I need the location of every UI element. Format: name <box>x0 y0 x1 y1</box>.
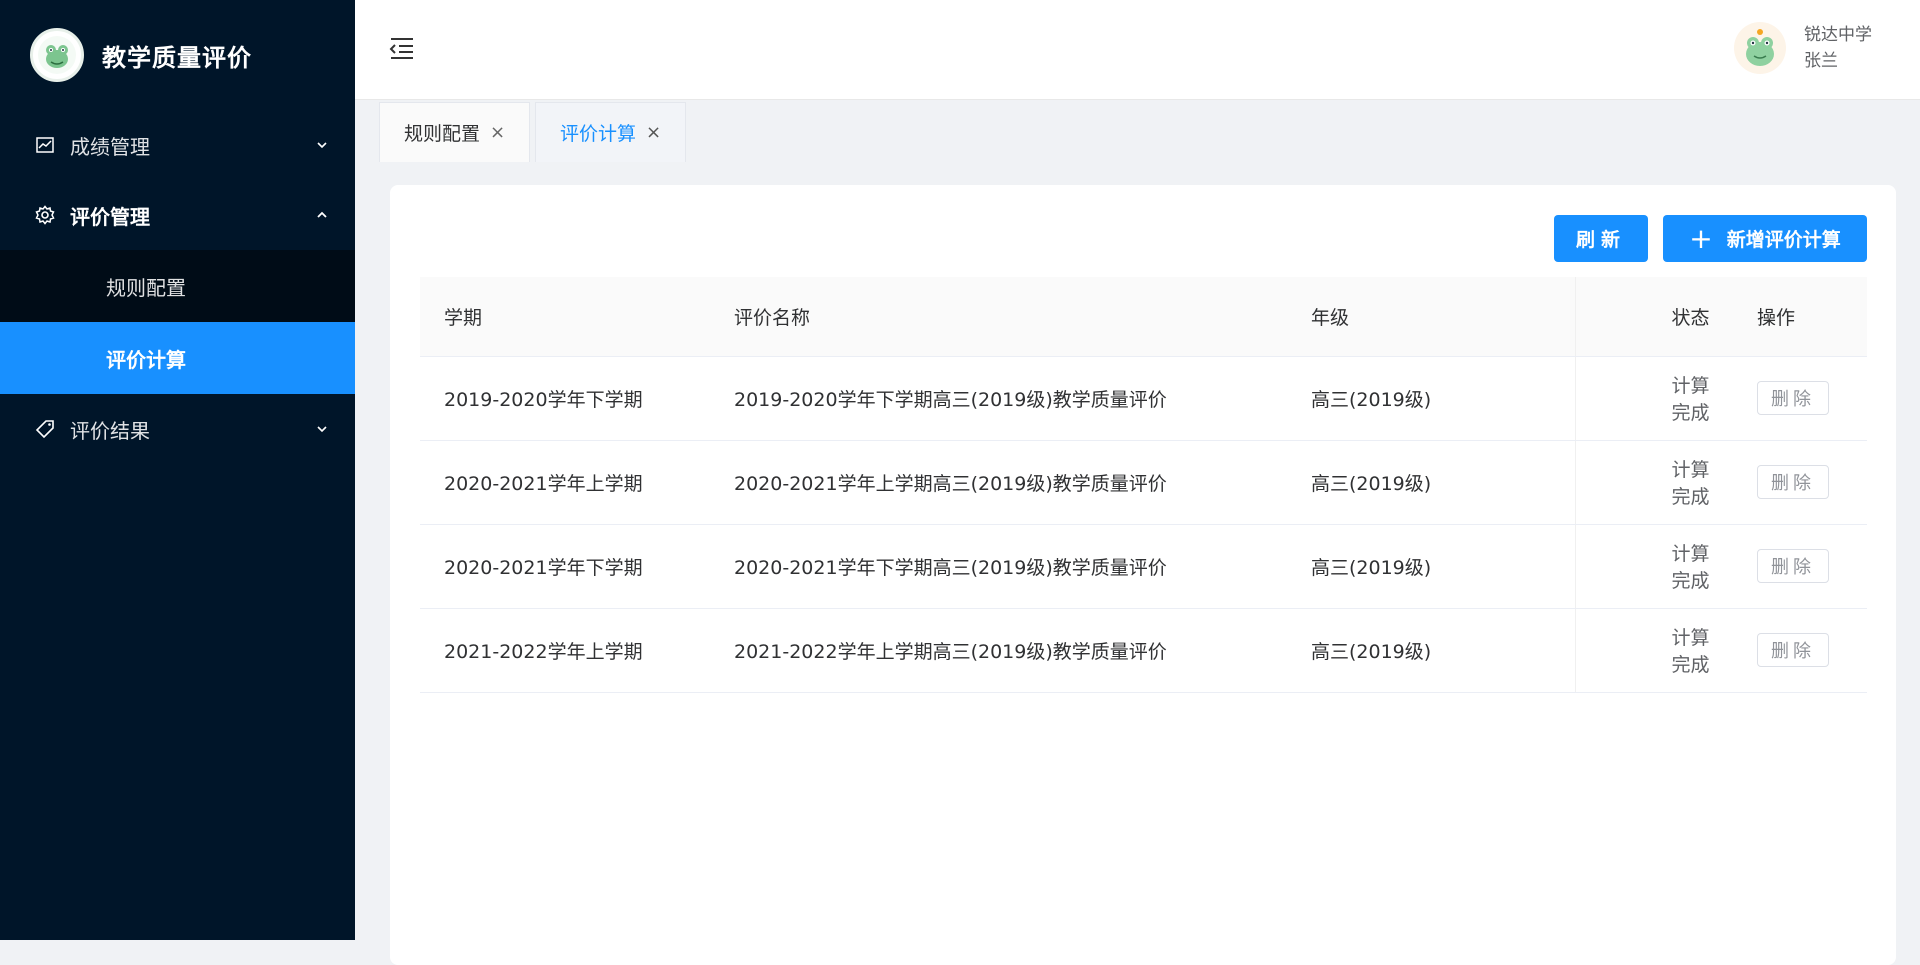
delete-button[interactable]: 删除 <box>1757 381 1829 415</box>
user-info[interactable]: 锐达中学 张兰 <box>1734 22 1872 74</box>
sidebar-item-label: 成绩管理 <box>70 134 150 159</box>
table-header-row: 学期 评价名称 年级 状态 操作 <box>420 277 1867 357</box>
sidebar-item-label: 评价管理 <box>70 204 150 229</box>
frog-avatar-icon <box>1734 22 1786 74</box>
evaluation-table: 学期 评价名称 年级 状态 操作 2019-2020学年下学期 2019-202… <box>420 277 1867 693</box>
chevron-down-icon <box>315 422 329 436</box>
plus-icon: + <box>1689 221 1713 255</box>
add-evaluation-label: 新增评价计算 <box>1726 229 1841 251</box>
cell-name: 2020-2021学年下学期高三(2019级)教学质量评价 <box>710 524 1287 609</box>
tab-label: 评价计算 <box>560 123 637 145</box>
table-row: 2020-2021学年下学期 2020-2021学年下学期高三(2019级)教学… <box>420 524 1867 609</box>
table-row: 2020-2021学年上学期 2020-2021学年上学期高三(2019级)教学… <box>420 440 1867 525</box>
cell-action: 删除 <box>1725 356 1867 441</box>
chevron-down-icon <box>315 138 329 152</box>
close-icon[interactable]: × <box>646 122 661 143</box>
sidebar-item-label: 评价结果 <box>70 418 150 443</box>
column-header-grade: 年级 <box>1287 277 1575 357</box>
column-header-name: 评价名称 <box>710 277 1287 357</box>
cell-term: 2020-2021学年上学期 <box>420 440 710 525</box>
gear-icon <box>34 204 56 226</box>
cell-status: 计算完成 <box>1574 524 1725 609</box>
close-icon[interactable]: × <box>490 122 505 143</box>
sidebar-item-evaluation-management[interactable]: 评价管理 <box>0 180 355 250</box>
column-header-term: 学期 <box>420 277 710 357</box>
cell-grade: 高三(2019级) <box>1287 440 1575 525</box>
school-name: 锐达中学 <box>1804 25 1872 45</box>
tab-rule-config[interactable]: 规则配置 × <box>379 102 531 162</box>
user-text: 锐达中学 张兰 <box>1804 22 1872 74</box>
user-name: 张兰 <box>1804 51 1838 71</box>
sidebar-item-evaluation-calc[interactable]: 评价计算 <box>0 322 355 394</box>
column-header-action: 操作 <box>1725 277 1867 357</box>
cell-grade: 高三(2019级) <box>1287 608 1575 693</box>
cell-term: 2021-2022学年上学期 <box>420 608 710 693</box>
cell-grade: 高三(2019级) <box>1287 356 1575 441</box>
menu-fold-icon[interactable] <box>389 36 417 62</box>
cell-name: 2019-2020学年下学期高三(2019级)教学质量评价 <box>710 356 1287 441</box>
cell-action: 删除 <box>1725 440 1867 525</box>
school-logo-icon <box>30 28 84 82</box>
delete-button[interactable]: 删除 <box>1757 549 1829 583</box>
sidebar-item-rule-config[interactable]: 规则配置 <box>0 250 355 322</box>
delete-button[interactable]: 删除 <box>1757 633 1829 667</box>
table-row: 2021-2022学年上学期 2021-2022学年上学期高三(2019级)教学… <box>420 608 1867 693</box>
cell-name: 2021-2022学年上学期高三(2019级)教学质量评价 <box>710 608 1287 693</box>
delete-button[interactable]: 删除 <box>1757 465 1829 499</box>
cell-status: 计算完成 <box>1574 608 1725 693</box>
top-header: 锐达中学 张兰 <box>355 0 1920 100</box>
submenu-evaluation: 规则配置 评价计算 <box>0 250 355 394</box>
sidebar-menu: 成绩管理 评价管理 规则配置 评价计算 评价结果 <box>0 110 355 464</box>
sidebar-item-score-management[interactable]: 成绩管理 <box>0 110 355 180</box>
tab-label: 规则配置 <box>404 123 481 145</box>
cell-status: 计算完成 <box>1574 440 1725 525</box>
cell-grade: 高三(2019级) <box>1287 524 1575 609</box>
cell-status: 计算完成 <box>1574 356 1725 441</box>
column-header-status: 状态 <box>1574 277 1725 357</box>
app-title: 教学质量评价 <box>102 43 252 72</box>
tabs-bar: 规则配置 × 评价计算 × <box>355 100 1920 162</box>
cell-name: 2020-2021学年上学期高三(2019级)教学质量评价 <box>710 440 1287 525</box>
line-chart-icon <box>34 134 56 156</box>
main-content: 刷新 + 新增评价计算 学期 评价名称 年级 状态 操作 2019-2020学年… <box>390 185 1896 965</box>
cell-action: 删除 <box>1725 524 1867 609</box>
cell-term: 2019-2020学年下学期 <box>420 356 710 441</box>
tag-icon <box>34 418 56 440</box>
cell-action: 删除 <box>1725 608 1867 693</box>
refresh-button[interactable]: 刷新 <box>1554 215 1648 262</box>
tab-evaluation-calc[interactable]: 评价计算 × <box>535 102 687 162</box>
cell-term: 2020-2021学年下学期 <box>420 524 710 609</box>
table-row: 2019-2020学年下学期 2019-2020学年下学期高三(2019级)教学… <box>420 356 1867 441</box>
sidebar: 教学质量评价 成绩管理 评价管理 规则配置 评价计算 评价结果 <box>0 0 355 940</box>
logo-area: 教学质量评价 <box>0 0 355 110</box>
sidebar-item-evaluation-results[interactable]: 评价结果 <box>0 394 355 464</box>
add-evaluation-button[interactable]: + 新增评价计算 <box>1663 215 1867 262</box>
chevron-up-icon <box>315 208 329 222</box>
